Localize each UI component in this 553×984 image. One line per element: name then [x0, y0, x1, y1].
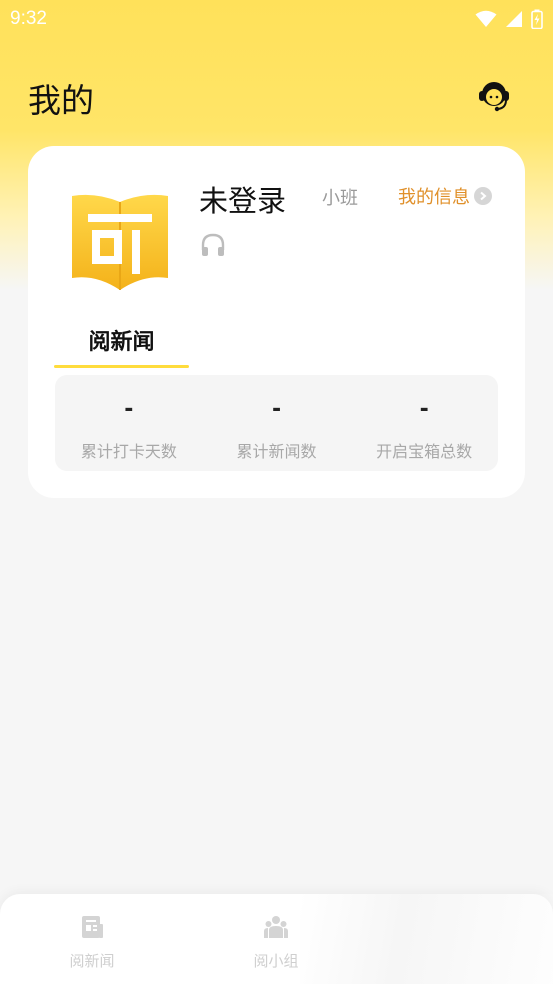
nav-label: 阅新闻 [69, 952, 115, 970]
battery-icon [531, 9, 543, 29]
wifi-icon [475, 10, 497, 27]
status-bar: 9:32 [0, 0, 553, 38]
user-name: 未登录 [199, 184, 287, 218]
stat-label: 累计新闻数 [236, 442, 317, 461]
stat-label: 开启宝箱总数 [376, 442, 473, 461]
customer-service-icon[interactable] [474, 76, 514, 116]
status-icons [475, 9, 543, 29]
user-class: 小班 [322, 188, 358, 209]
stat-news-count: - 累计新闻数 [203, 375, 351, 471]
newspaper-icon [82, 916, 103, 938]
signal-icon [506, 11, 522, 27]
book-logo-icon [72, 194, 168, 290]
stat-checkin-days: - 累计打卡天数 [55, 375, 203, 471]
status-time: 9:32 [10, 8, 47, 29]
tab-active-indicator [54, 365, 189, 368]
profile-card: 未登录 小班 我的信息 阅新闻 - 累计打卡天数 - 累计新闻数 - 开启宝箱总… [28, 146, 525, 498]
nav-item-news[interactable]: 阅新闻 [47, 914, 137, 971]
stat-label: 累计打卡天数 [80, 442, 177, 461]
chevron-right-icon [474, 187, 492, 205]
tab-news-label: 阅新闻 [88, 330, 155, 355]
bottom-nav: 阅新闻 阅小组 [0, 894, 553, 984]
stat-treasure-count: - 开启宝箱总数 [350, 375, 498, 471]
stat-value: - [419, 397, 429, 422]
my-info-label: 我的信息 [398, 187, 470, 208]
stats-panel: - 累计打卡天数 - 累计新闻数 - 开启宝箱总数 [55, 375, 498, 471]
my-info-link[interactable]: 我的信息 [398, 183, 492, 209]
stat-value: - [124, 397, 134, 422]
headphone-icon[interactable] [200, 232, 226, 258]
stat-value: - [271, 397, 282, 422]
nav-placeholder [300, 894, 553, 984]
group-icon [264, 916, 288, 938]
tab-news[interactable]: 阅新闻 [54, 324, 189, 368]
page-title: 我的 [28, 81, 94, 120]
